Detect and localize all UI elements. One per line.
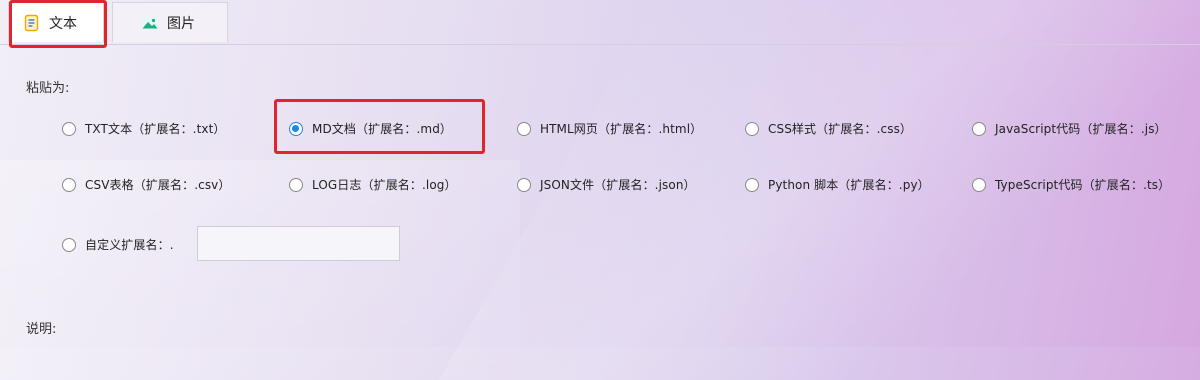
background-decoration (0, 160, 520, 380)
radio-button[interactable] (289, 177, 303, 192)
radio-button[interactable] (972, 177, 986, 192)
radio-button[interactable] (517, 121, 531, 136)
option-ts[interactable]: TypeScript代码（扩展名：.ts） (972, 176, 1170, 193)
option-custom[interactable]: 自定义扩展名：. (62, 236, 174, 253)
option-css[interactable]: CSS样式（扩展名：.css） (745, 120, 912, 137)
option-js[interactable]: JavaScript代码（扩展名：.js） (972, 120, 1167, 137)
tab-label: 图片 (167, 15, 195, 32)
radio-button[interactable] (745, 121, 759, 136)
tab-image[interactable]: 图片 (112, 2, 228, 42)
option-label: LOG日志（扩展名：.log） (312, 178, 457, 192)
option-log[interactable]: LOG日志（扩展名：.log） (289, 176, 457, 193)
option-html[interactable]: HTML网页（扩展名：.html） (517, 120, 702, 137)
option-py[interactable]: Python 脚本（扩展名：.py） (745, 176, 930, 193)
option-label: CSV表格（扩展名：.csv） (85, 178, 231, 192)
option-label: JavaScript代码（扩展名：.js） (995, 122, 1167, 136)
radio-button[interactable] (745, 177, 759, 192)
description-label: 说明: (26, 322, 57, 337)
option-label: CSS样式（扩展名：.css） (768, 122, 913, 136)
tab-label: 文本 (49, 15, 77, 32)
paste-as-label: 粘贴为: (26, 81, 70, 96)
tab-text[interactable]: 文本 (8, 2, 104, 42)
radio-button[interactable] (517, 177, 531, 192)
radio-button[interactable] (62, 237, 76, 252)
option-csv[interactable]: CSV表格（扩展名：.csv） (62, 176, 230, 193)
text-doc-icon (23, 14, 41, 32)
option-md[interactable]: MD文档（扩展名：.md） (289, 120, 452, 137)
radio-button[interactable] (289, 121, 303, 136)
option-label: HTML网页（扩展名：.html） (540, 122, 703, 136)
tab-bar: 文本 图片 (0, 0, 1200, 48)
option-label: TXT文本（扩展名：.txt） (85, 122, 226, 136)
radio-button[interactable] (972, 121, 986, 136)
custom-extension-input[interactable] (197, 226, 400, 261)
option-label: 自定义扩展名：. (85, 238, 174, 252)
option-json[interactable]: JSON文件（扩展名：.json） (517, 176, 696, 193)
radio-button[interactable] (62, 177, 76, 192)
radio-button[interactable] (62, 121, 76, 136)
option-txt[interactable]: TXT文本（扩展名：.txt） (62, 120, 226, 137)
option-label: JSON文件（扩展名：.json） (540, 178, 696, 192)
option-label: TypeScript代码（扩展名：.ts） (995, 178, 1171, 192)
option-label: Python 脚本（扩展名：.py） (768, 178, 930, 192)
option-label: MD文档（扩展名：.md） (312, 122, 453, 136)
image-icon (141, 14, 159, 32)
